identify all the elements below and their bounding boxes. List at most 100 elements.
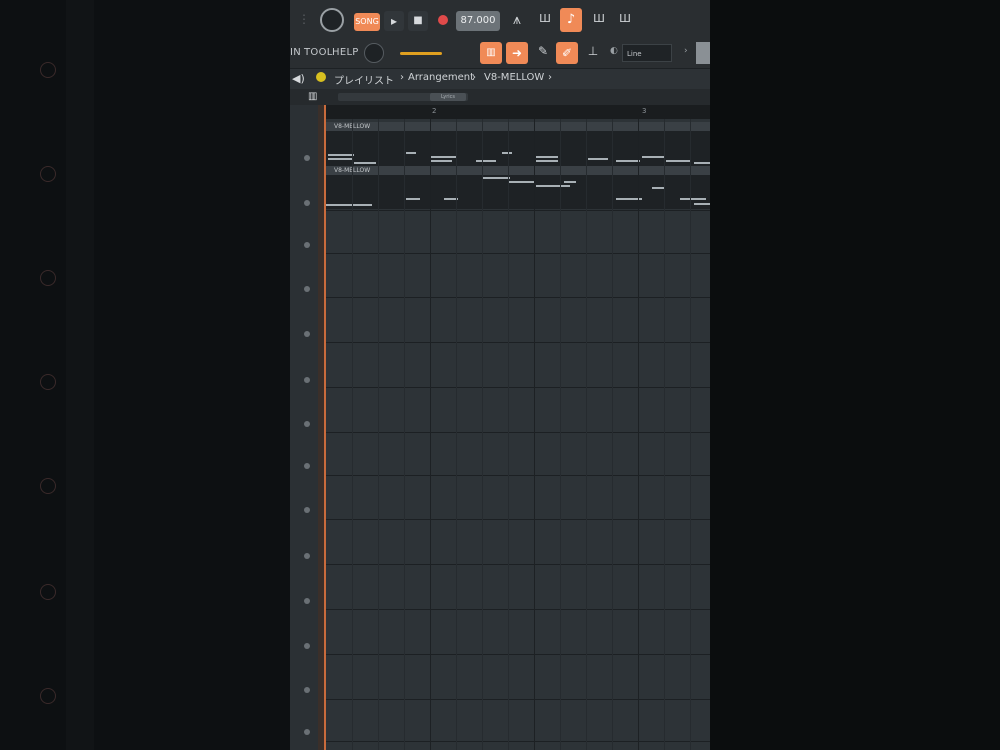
midi-note [354, 162, 376, 164]
backdrop-marker [40, 62, 56, 78]
master-pitch-slider[interactable] [400, 52, 442, 55]
backdrop-marker [40, 478, 56, 494]
pattern-song-toggle[interactable]: SONG [354, 13, 380, 31]
scroll-thumb[interactable]: Lyrics [430, 93, 466, 101]
track-mute-dot[interactable] [304, 507, 310, 513]
grid-beat-line [664, 119, 665, 750]
backdrop-marker [40, 374, 56, 390]
snap-selector[interactable]: Line [622, 44, 672, 62]
piano-icon: ▥ [308, 91, 318, 102]
grid-row-line [326, 475, 710, 476]
paint-tool-button[interactable]: ✐ [556, 42, 578, 64]
grid-beat-line [690, 119, 691, 750]
track-mute-dot[interactable] [304, 421, 310, 427]
track-mute-dot[interactable] [304, 553, 310, 559]
daw-window: ⋮ SONG ▸ ■ 87.000 ⩚ Ш ♪ Ш Ш IN TOOL HELP… [290, 0, 710, 750]
countdown-toggle[interactable]: ♪ [560, 8, 582, 32]
grid-row-line [326, 609, 710, 610]
arrangement-name[interactable]: Arrangement [408, 72, 474, 83]
midi-note [642, 156, 664, 158]
snap-value: Line [627, 50, 642, 58]
track-mute-dot[interactable] [304, 729, 310, 735]
midi-note [430, 156, 456, 158]
piano-icon: ▥ [486, 47, 496, 58]
background-right [710, 0, 1000, 750]
tempo-display[interactable]: 87.000 [456, 11, 500, 31]
song-mode-label: SONG [355, 17, 379, 26]
pitch-knob[interactable] [364, 43, 384, 63]
metronome-icon[interactable]: ⩚ [508, 12, 526, 30]
midi-note [406, 198, 420, 200]
loop-record-icon[interactable]: Ш [614, 12, 636, 30]
playlist-grid[interactable]: V8-MELLOW V8-MELLOW [326, 119, 710, 750]
backdrop-marker [40, 270, 56, 286]
track-mute-dot[interactable] [304, 643, 310, 649]
stop-button[interactable]: ■ [408, 11, 428, 31]
stop-icon: ■ [413, 15, 423, 26]
stamp-icon[interactable]: ⊥ [584, 44, 602, 62]
track-mute-dot[interactable] [304, 200, 310, 206]
grid-row-line [326, 432, 710, 433]
timeline-scrollbar[interactable]: ▥ Lyrics [290, 89, 710, 105]
grip-icon: ⋮ [298, 12, 310, 26]
track-mute-dot[interactable] [304, 155, 310, 161]
speaker-icon[interactable]: ◀) [292, 72, 305, 85]
breadcrumb-separator: › [472, 72, 476, 83]
grid-row-line [326, 210, 710, 211]
playlist-breadcrumb: ◀) プレイリスト › Arrangement › V8-MELLOW › [290, 69, 710, 89]
grid-beat-line [378, 119, 379, 750]
ruler-tick: 2 [432, 107, 437, 115]
midi-note [508, 181, 534, 183]
chevron-right-icon[interactable]: › [684, 46, 692, 60]
track-mute-dot[interactable] [304, 377, 310, 383]
backdrop-column [66, 0, 94, 750]
midi-note [476, 160, 496, 162]
breadcrumb-separator: › [548, 72, 552, 83]
pattern-clip[interactable]: V8-MELLOW [326, 122, 710, 166]
backdrop-marker [40, 166, 56, 182]
midi-note [430, 160, 452, 162]
master-volume-knob[interactable] [320, 8, 344, 32]
pencil-icon[interactable]: ✎ [534, 44, 552, 62]
clip-title: V8-MELLOW [326, 166, 710, 175]
pattern-mode-button[interactable]: ▥ [480, 42, 502, 64]
midi-note [680, 198, 706, 200]
menu-item-tools[interactable]: TOOL [304, 47, 333, 58]
panel-tab[interactable] [696, 42, 710, 64]
bar-ruler[interactable]: 1 2 3 [318, 105, 710, 119]
playlist-title: プレイリスト [334, 76, 394, 87]
midi-note [536, 185, 570, 187]
midi-note [536, 156, 558, 158]
backdrop-marker [40, 688, 56, 704]
scroll-track[interactable]: Lyrics [338, 93, 468, 101]
pattern-name[interactable]: V8-MELLOW [484, 72, 544, 83]
menu-item-help[interactable]: HELP [332, 47, 359, 58]
track-mute-dot[interactable] [304, 286, 310, 292]
grid-beat-line [534, 119, 535, 750]
background-left [0, 0, 290, 750]
grid-row-line [326, 699, 710, 700]
track-mute-dot[interactable] [304, 687, 310, 693]
grid-row-line [326, 253, 710, 254]
grid-row-line [326, 342, 710, 343]
magnet-icon: ◐ [610, 46, 618, 56]
grid-beat-line [586, 119, 587, 750]
track-mute-dot[interactable] [304, 598, 310, 604]
midi-note [328, 158, 352, 160]
pattern-clip[interactable]: V8-MELLOW [326, 166, 710, 209]
note-icon: ♪ [566, 12, 576, 27]
track-mute-dot[interactable] [304, 463, 310, 469]
midi-note [564, 181, 576, 183]
track-mute-dot[interactable] [304, 242, 310, 248]
wait-record-icon[interactable]: Ш [534, 12, 556, 30]
midi-note [326, 204, 372, 206]
menu-item-view[interactable]: IN [290, 47, 301, 58]
record-button[interactable] [438, 15, 448, 25]
blend-notes-icon[interactable]: Ш [588, 12, 610, 30]
midi-note [588, 158, 608, 160]
playlist-icon [316, 72, 326, 82]
play-button[interactable]: ▸ [384, 11, 404, 31]
track-header-column [290, 105, 319, 750]
track-mute-dot[interactable] [304, 331, 310, 337]
step-edit-button[interactable]: ➜ [506, 42, 528, 64]
